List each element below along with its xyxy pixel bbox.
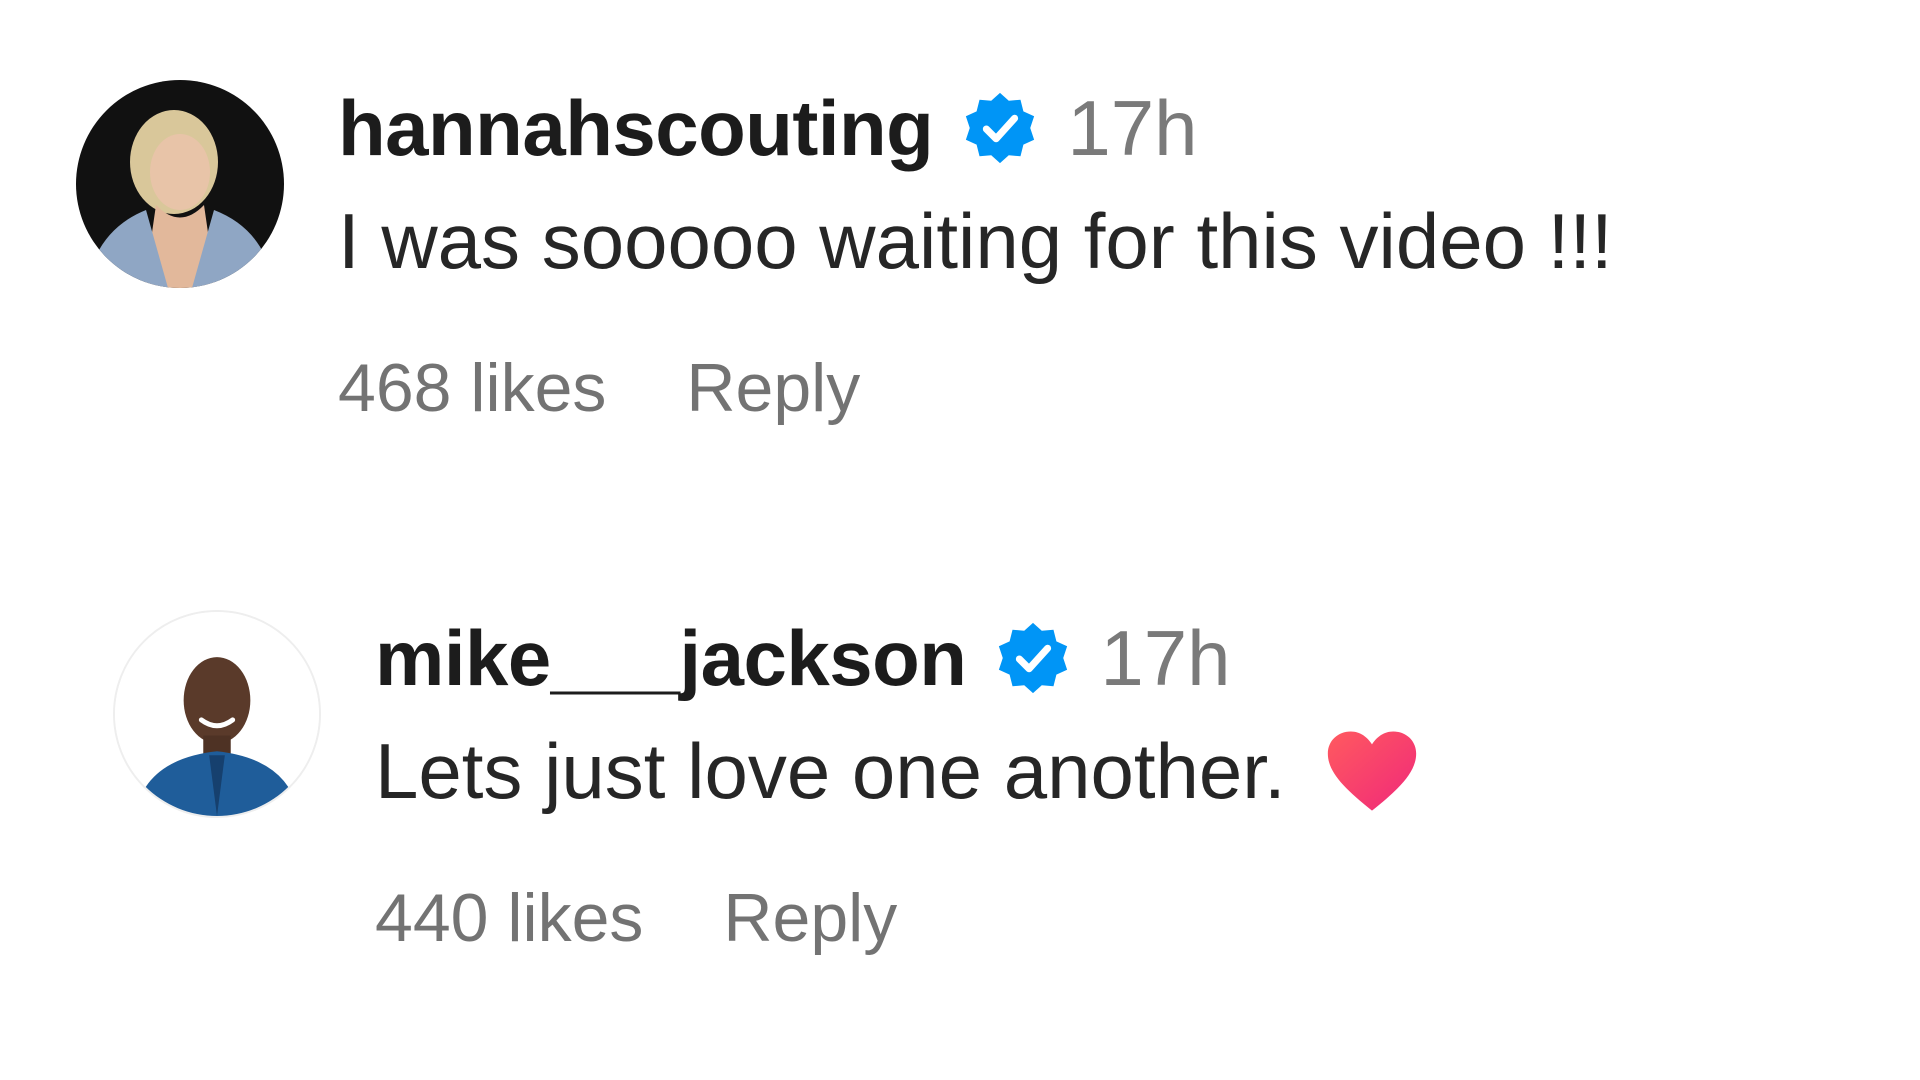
comment-actions: 468 likes Reply: [338, 349, 1838, 427]
verified-badge-icon: [994, 619, 1072, 697]
avatar[interactable]: [113, 610, 321, 818]
comment-header: hannahscouting 17h: [338, 80, 1838, 176]
verified-badge-icon: [961, 89, 1039, 167]
comment-content: mike___jackson 17h Lets just love one an…: [375, 610, 1875, 957]
username[interactable]: hannahscouting: [338, 83, 934, 174]
reply-button[interactable]: Reply: [723, 879, 897, 957]
reply-button[interactable]: Reply: [686, 349, 860, 427]
username[interactable]: mike___jackson: [375, 613, 967, 704]
comment-actions: 440 likes Reply: [375, 879, 1875, 957]
red-heart-icon: [1326, 729, 1418, 815]
comment-text: Lets just love one another.: [375, 726, 1875, 817]
timestamp: 17h: [1100, 613, 1231, 702]
avatar-photo-icon: [115, 612, 319, 816]
comment-header: mike___jackson 17h: [375, 610, 1875, 706]
likes-count[interactable]: 468 likes: [338, 349, 606, 427]
timestamp: 17h: [1067, 83, 1198, 172]
likes-count[interactable]: 440 likes: [375, 879, 643, 957]
avatar[interactable]: [76, 80, 284, 288]
comment-text-body: Lets just love one another.: [375, 727, 1286, 815]
avatar-photo-icon: [76, 80, 284, 288]
comment-text: I was sooooo waiting for this video !!!: [338, 196, 1838, 287]
comment-content: hannahscouting 17h I was sooooo waiting …: [338, 80, 1838, 427]
comment-text-body: I was sooooo waiting for this video !!!: [338, 197, 1613, 285]
